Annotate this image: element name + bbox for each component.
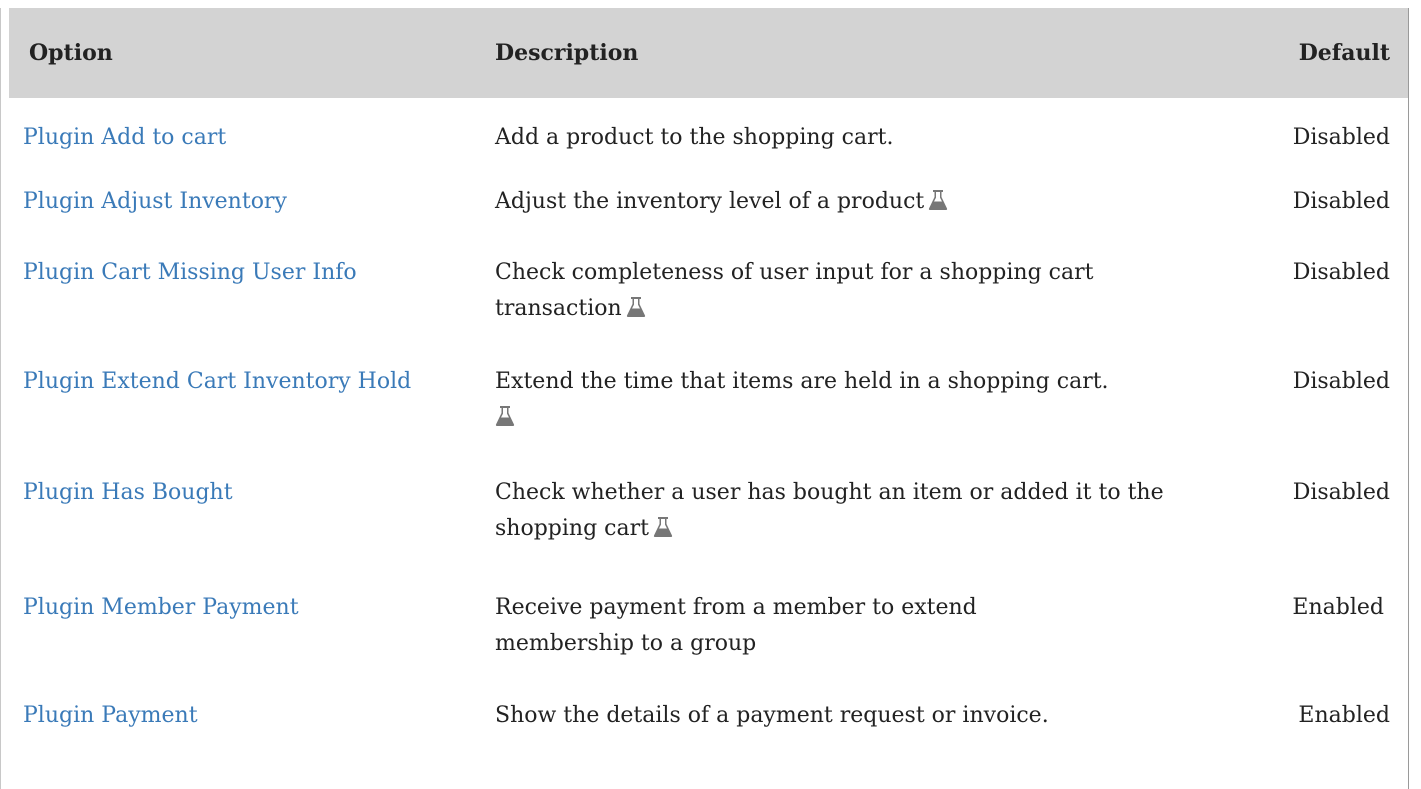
option-link-cart-missing-user-info[interactable]: Plugin Cart Missing User Info — [23, 260, 357, 285]
top-strip — [0, 0, 1421, 8]
description-text: Check completeness of user input for a s… — [495, 260, 1094, 321]
table-body: Plugin Add to cart Add a product to the … — [9, 98, 1408, 758]
default-cell: Enabled — [1292, 595, 1384, 620]
table-row: Plugin Payment Show the details of a pay… — [9, 688, 1408, 758]
description-text: Extend the time that items are held in a… — [495, 369, 1109, 394]
option-link-extend-cart-inventory-hold[interactable]: Plugin Extend Cart Inventory Hold — [23, 369, 411, 394]
description-cell: Adjust the inventory level of a product — [475, 174, 1240, 237]
default-cell: Disabled — [1292, 125, 1390, 150]
option-cell: Plugin Adjust Inventory — [9, 174, 475, 237]
options-table: Option Description Default Plugin Add to… — [9, 8, 1408, 758]
option-link-has-bought[interactable]: Plugin Has Bought — [23, 480, 233, 505]
option-cell: Plugin Payment — [9, 688, 475, 758]
description-cell: Extend the time that items are held in a… — [475, 354, 1240, 461]
default-cell: Disabled — [1292, 189, 1390, 214]
description-text: Adjust the inventory level of a product — [495, 189, 925, 214]
description-cell: Receive payment from a member to extend … — [475, 578, 1240, 688]
option-cell: Plugin Has Bought — [9, 461, 475, 578]
table-row: Plugin Add to cart Add a product to the … — [9, 98, 1408, 174]
description-text: Receive payment from a member to extend … — [495, 595, 977, 656]
default-cell: Disabled — [1292, 480, 1390, 505]
table-row: Plugin Adjust Inventory Adjust the inven… — [9, 174, 1408, 237]
flask-icon — [928, 187, 948, 223]
option-link-payment[interactable]: Plugin Payment — [23, 703, 198, 728]
description-cell: Add a product to the shopping cart. — [475, 98, 1240, 174]
column-header-default: Default — [1240, 8, 1408, 98]
column-header-option: Option — [9, 8, 475, 98]
default-cell: Disabled — [1292, 260, 1390, 285]
option-link-adjust-inventory[interactable]: Plugin Adjust Inventory — [23, 189, 287, 214]
table-row: Plugin Cart Missing User Info Check comp… — [9, 237, 1408, 354]
default-cell: Enabled — [1298, 703, 1390, 728]
option-cell: Plugin Add to cart — [9, 98, 475, 174]
table-row: Plugin Has Bought Check whether a user h… — [9, 461, 1408, 578]
option-cell: Plugin Cart Missing User Info — [9, 237, 475, 354]
flask-icon — [626, 294, 646, 330]
left-rule — [0, 8, 1, 789]
description-cell: Show the details of a payment request or… — [475, 688, 1240, 758]
header-row: Option Description Default — [9, 8, 1408, 98]
description-text: Show the details of a payment request or… — [495, 703, 1049, 728]
default-cell: Disabled — [1292, 369, 1390, 394]
description-cell: Check completeness of user input for a s… — [475, 237, 1240, 354]
table-header: Option Description Default — [9, 8, 1408, 98]
flask-icon — [653, 514, 673, 550]
option-cell: Plugin Member Payment — [9, 578, 475, 688]
description-text: Check whether a user has bought an item … — [495, 480, 1164, 541]
column-header-description: Description — [475, 8, 1240, 98]
option-link-member-payment[interactable]: Plugin Member Payment — [23, 595, 299, 620]
page: Option Description Default Plugin Add to… — [0, 0, 1421, 789]
table-row: Plugin Member Payment Receive payment fr… — [9, 578, 1408, 688]
option-link-add-to-cart[interactable]: Plugin Add to cart — [23, 125, 226, 150]
table-row: Plugin Extend Cart Inventory Hold Extend… — [9, 354, 1408, 461]
description-text: Add a product to the shopping cart. — [495, 125, 894, 150]
option-cell: Plugin Extend Cart Inventory Hold — [9, 354, 475, 461]
flask-icon — [495, 403, 515, 439]
right-rule — [1408, 8, 1409, 789]
description-cell: Check whether a user has bought an item … — [475, 461, 1240, 578]
